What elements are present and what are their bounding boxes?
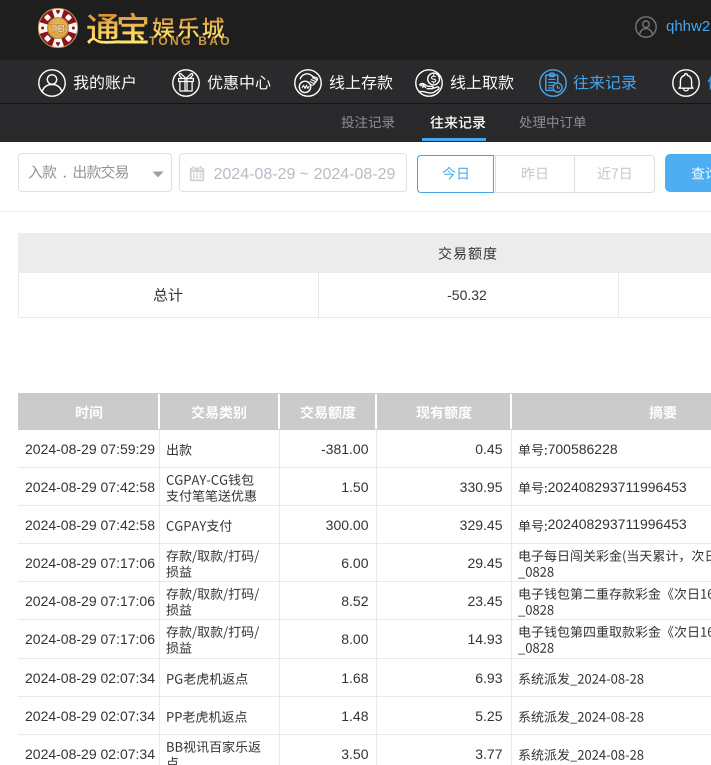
svg-text:TB: TB (51, 23, 66, 35)
